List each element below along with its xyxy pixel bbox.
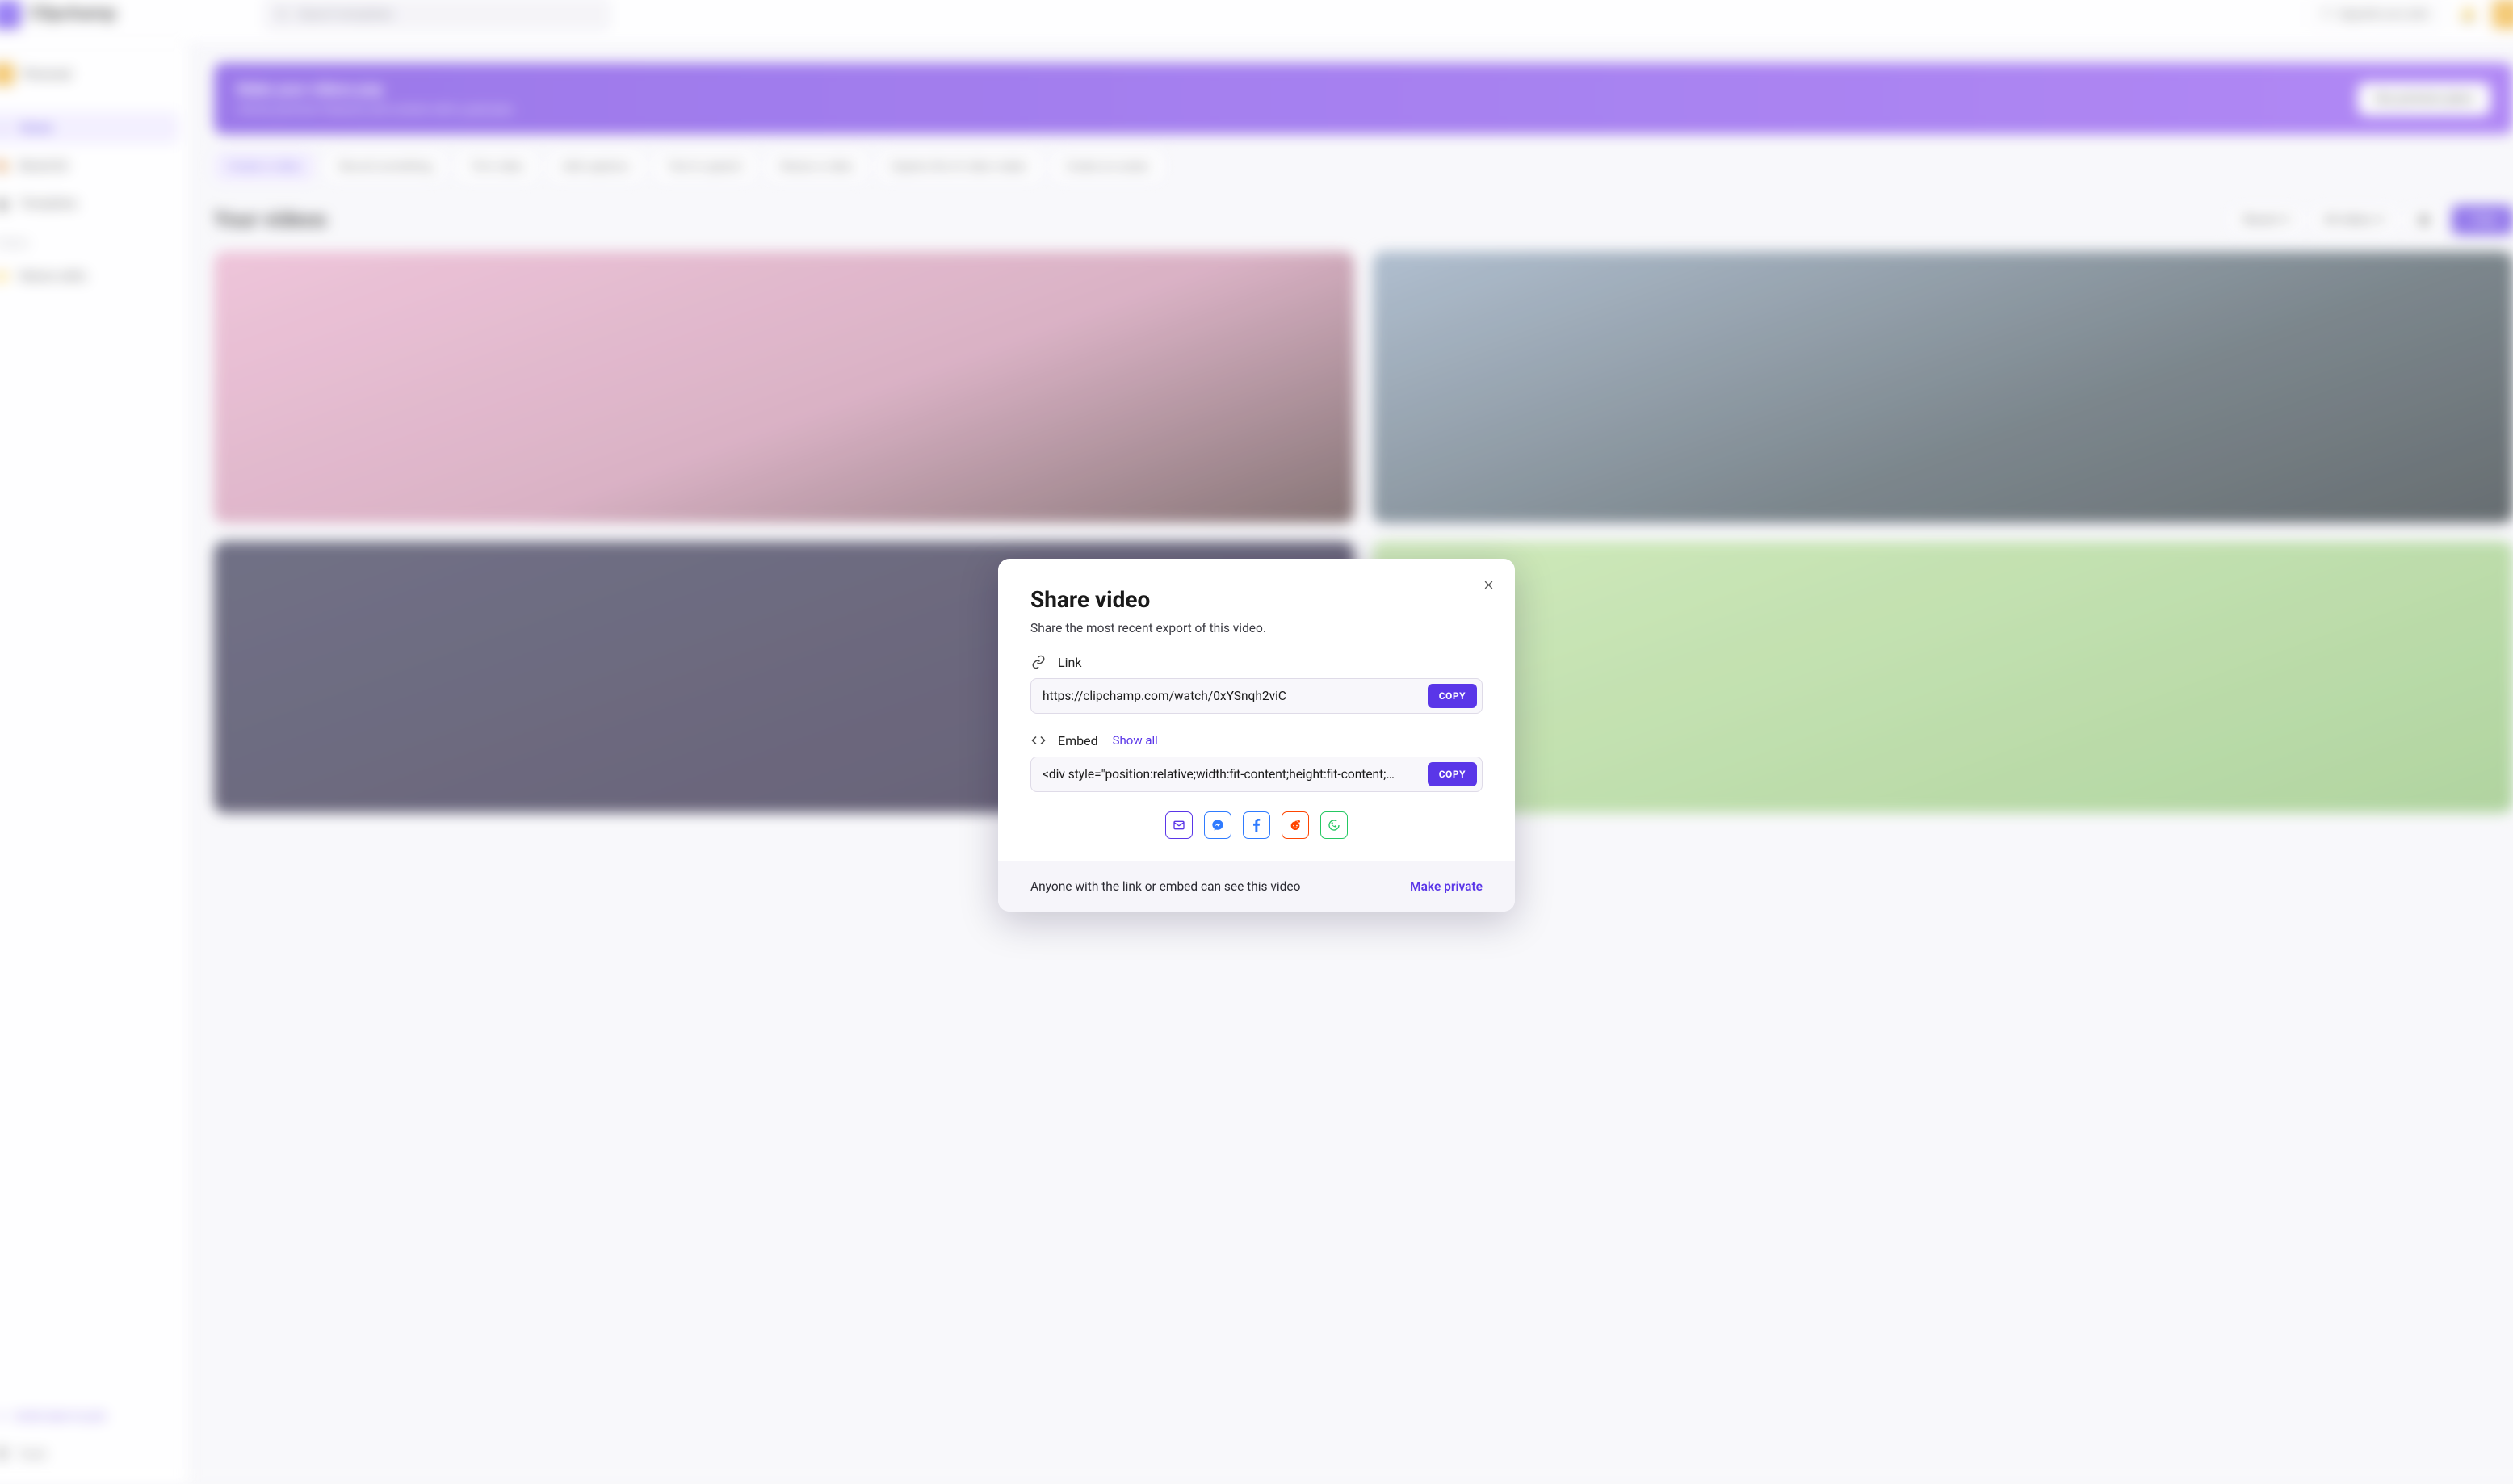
link-icon	[1030, 655, 1047, 669]
embed-field-label: Embed	[1058, 733, 1098, 748]
close-button[interactable]	[1476, 573, 1500, 597]
share-targets-row	[1030, 811, 1483, 839]
embed-show-all-link[interactable]: Show all	[1113, 733, 1158, 748]
modal-title: Share video	[1030, 586, 1483, 613]
share-reddit-button[interactable]	[1282, 811, 1309, 839]
modal-overlay: Share video Share the most recent export…	[0, 0, 2513, 1469]
facebook-icon	[1252, 819, 1261, 832]
embed-value[interactable]: <div style="position:relative;width:fit-…	[1043, 767, 1420, 782]
close-icon	[1483, 579, 1495, 591]
whatsapp-icon	[1328, 819, 1340, 832]
share-email-button[interactable]	[1165, 811, 1193, 839]
modal-subtitle: Share the most recent export of this vid…	[1030, 621, 1483, 635]
code-icon	[1030, 733, 1047, 748]
share-video-modal: Share video Share the most recent export…	[998, 559, 1515, 912]
share-messenger-button[interactable]	[1204, 811, 1231, 839]
copy-embed-button[interactable]: COPY	[1428, 762, 1477, 786]
link-field-label: Link	[1058, 655, 1081, 670]
visibility-text: Anyone with the link or embed can see th…	[1030, 879, 1300, 894]
email-icon	[1173, 819, 1185, 832]
link-value[interactable]: https://clipchamp.com/watch/0xYSnqh2viC	[1043, 689, 1420, 703]
messenger-icon	[1211, 819, 1224, 832]
modal-footer: Anyone with the link or embed can see th…	[998, 861, 1515, 912]
link-field: https://clipchamp.com/watch/0xYSnqh2viC …	[1030, 678, 1483, 714]
reddit-icon	[1288, 819, 1303, 832]
embed-field: <div style="position:relative;width:fit-…	[1030, 757, 1483, 792]
share-facebook-button[interactable]	[1243, 811, 1270, 839]
copy-link-button[interactable]: COPY	[1428, 684, 1477, 708]
share-whatsapp-button[interactable]	[1320, 811, 1348, 839]
make-private-link[interactable]: Make private	[1410, 879, 1483, 894]
